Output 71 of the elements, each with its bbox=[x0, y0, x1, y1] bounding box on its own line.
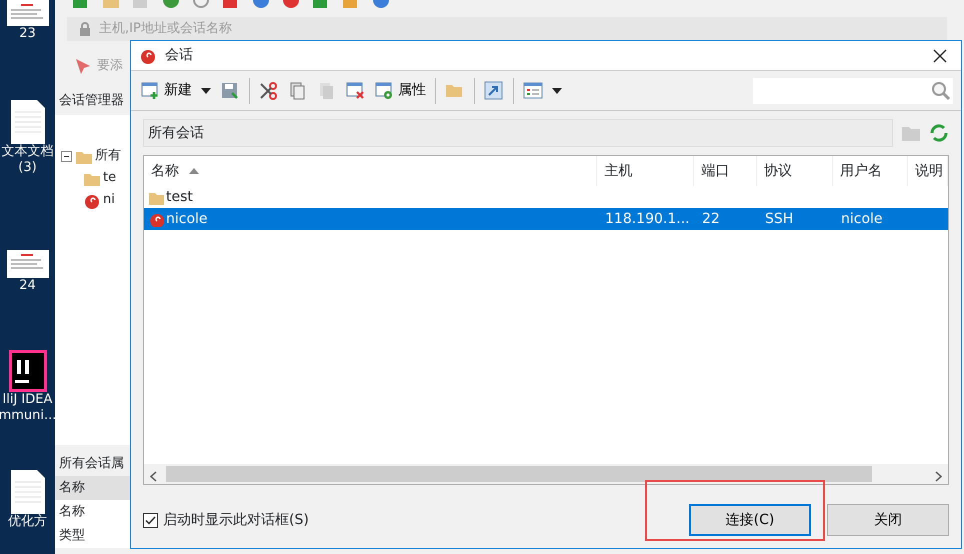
icon-label: lliJ IDEA bbox=[2, 392, 52, 408]
table-cell-text: 118.190.1... bbox=[604, 210, 691, 228]
search-icon bbox=[931, 80, 951, 100]
column-header[interactable]: 协议 bbox=[757, 156, 834, 186]
name-cell: nicole bbox=[144, 208, 598, 230]
caret-icon bbox=[201, 88, 211, 94]
table-cell-text: nicole bbox=[840, 210, 884, 228]
icon-label: 文本文档 bbox=[2, 144, 54, 160]
column-header[interactable]: 主机 bbox=[597, 156, 694, 186]
panel-title: 会话管理器 bbox=[59, 92, 124, 110]
column-header[interactable]: 说明 bbox=[908, 156, 948, 186]
search-field[interactable] bbox=[753, 78, 953, 104]
delete-window-icon[interactable] bbox=[346, 80, 366, 100]
bookmark-hint: 要添 bbox=[97, 57, 123, 75]
scroll-left-icon[interactable] bbox=[150, 470, 157, 482]
icon-label: 24 bbox=[19, 278, 36, 294]
document-icon bbox=[10, 470, 44, 514]
toolbar-icon[interactable] bbox=[283, 0, 299, 10]
toolbar-icon[interactable] bbox=[313, 0, 329, 10]
window-title: 会话 bbox=[165, 46, 193, 65]
list-view-icon[interactable] bbox=[523, 80, 543, 100]
lock-icon bbox=[79, 22, 91, 36]
toolbar-icon[interactable] bbox=[373, 0, 389, 10]
spiral-icon bbox=[148, 211, 164, 227]
check-icon bbox=[145, 516, 156, 524]
table-cell-text: 22 bbox=[701, 210, 721, 228]
column-header[interactable]: 端口 bbox=[694, 156, 758, 186]
toolbar-icon[interactable] bbox=[253, 0, 269, 10]
tree-item[interactable]: 所有 bbox=[61, 145, 121, 167]
dropdown-caret[interactable] bbox=[199, 86, 213, 96]
name-cell: test bbox=[144, 186, 598, 208]
toolbar-icon[interactable] bbox=[73, 0, 89, 10]
session-row[interactable]: nicole 118.190.1... 22 SSH nicole bbox=[144, 208, 948, 230]
table-cell-text: SSH bbox=[764, 210, 794, 228]
settings-icon bbox=[375, 80, 395, 100]
scroll-right-icon[interactable] bbox=[935, 470, 942, 482]
close-dialog-button[interactable]: 关闭 bbox=[827, 504, 949, 536]
toolbar-icon[interactable] bbox=[223, 0, 239, 10]
checkbox-label[interactable]: 启动时显示此对话框(S) bbox=[163, 510, 309, 530]
dropdown-caret[interactable] bbox=[550, 86, 564, 96]
icon-label: (3) bbox=[18, 160, 37, 176]
icon-label: 23 bbox=[19, 26, 36, 42]
tree-item[interactable]: ni bbox=[61, 189, 121, 211]
column-header[interactable]: 名称 bbox=[144, 156, 598, 186]
slide-thumbnail-icon bbox=[6, 250, 48, 278]
bookmark-icon bbox=[75, 58, 91, 74]
icon-label: 优化方 bbox=[8, 514, 47, 530]
ide-logo-icon bbox=[8, 350, 46, 392]
shortcut-icon[interactable] bbox=[484, 80, 504, 100]
scissors-icon[interactable] bbox=[259, 80, 279, 100]
toolbar-icon[interactable] bbox=[163, 0, 179, 10]
close-icon bbox=[933, 48, 947, 62]
toolbar-icon[interactable] bbox=[343, 0, 359, 10]
horizontal-scrollbar[interactable] bbox=[144, 464, 948, 484]
document-icon bbox=[10, 100, 44, 144]
toolbar-icon[interactable] bbox=[193, 0, 209, 10]
icon-label: mmuni... bbox=[0, 408, 55, 424]
connect-button[interactable]: 连接(C) bbox=[689, 504, 811, 536]
new-button[interactable]: 新建 bbox=[139, 78, 194, 103]
slide-thumbnail-icon bbox=[6, 0, 48, 26]
panel-title: 所有会话属 bbox=[58, 455, 125, 474]
collapse-icon bbox=[61, 150, 72, 162]
column-header[interactable]: 用户名 bbox=[833, 156, 908, 186]
tree-item[interactable]: te bbox=[61, 167, 121, 189]
session-row[interactable]: test bbox=[144, 186, 948, 208]
path-field[interactable]: 所有会话 bbox=[143, 119, 893, 147]
refresh-icon[interactable] bbox=[929, 123, 949, 143]
checkbox[interactable] bbox=[143, 512, 158, 528]
caret-icon bbox=[552, 88, 562, 94]
save-icon[interactable] bbox=[220, 80, 240, 100]
properties-button[interactable]: 属性 bbox=[373, 78, 428, 103]
